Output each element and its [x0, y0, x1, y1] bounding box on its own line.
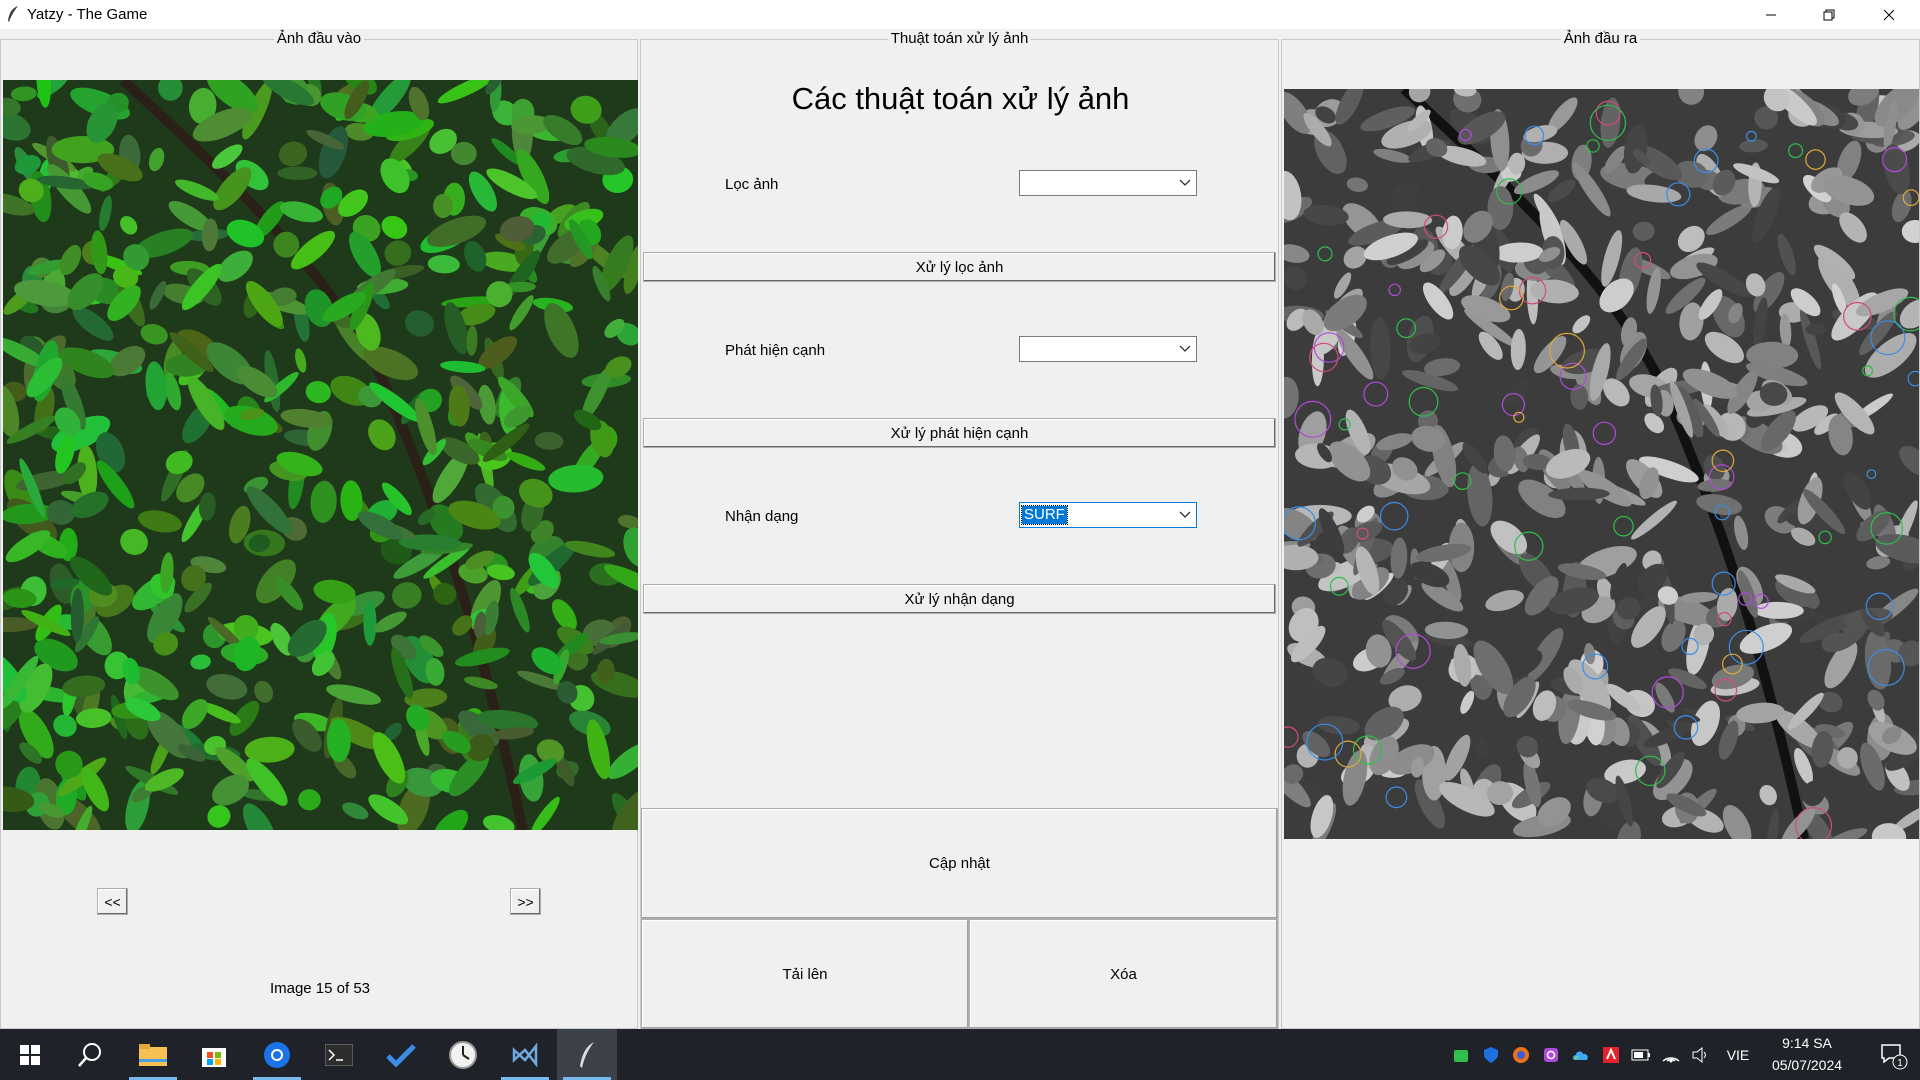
window-title: Yatzy - The Game	[27, 6, 148, 23]
output-panel-title: Ảnh đầu ra	[1560, 30, 1641, 47]
algorithm-panel: Thuật toán xử lý ảnh Các thuật toán xử l…	[640, 30, 1279, 1029]
vscode-icon[interactable]	[495, 1029, 555, 1080]
notification-center-icon[interactable]: 1	[1866, 1029, 1920, 1080]
edge-label: Phát hiện cạnh	[725, 342, 826, 359]
minimize-button[interactable]	[1742, 0, 1800, 29]
filter-label: Lọc ảnh	[725, 176, 779, 193]
restore-button[interactable]	[1800, 0, 1858, 29]
notification-count: 1	[1897, 1058, 1903, 1069]
browser-icon[interactable]	[247, 1029, 307, 1080]
feather-app-icon[interactable]	[557, 1029, 617, 1080]
recognition-label: Nhận dạng	[725, 508, 799, 525]
filter-select[interactable]	[1019, 170, 1197, 196]
output-image-panel: Ảnh đầu ra	[1281, 30, 1920, 1029]
chevron-down-icon	[1174, 337, 1196, 361]
clock-app-icon[interactable]	[433, 1029, 493, 1080]
update-button[interactable]: Cập nhật	[641, 808, 1278, 919]
browser-tray-icon[interactable]	[1510, 1029, 1532, 1080]
edge-value	[1022, 340, 1026, 358]
close-icon	[1883, 9, 1895, 20]
close-button[interactable]	[1858, 0, 1920, 29]
shield-icon[interactable]	[1480, 1029, 1502, 1080]
image-counter: Image 15 of 53	[269, 980, 371, 997]
delete-button[interactable]: Xóa	[969, 919, 1278, 1029]
chevron-down-icon	[1174, 171, 1196, 195]
recognition-process-button[interactable]: Xử lý nhận dạng	[643, 584, 1276, 614]
app-tray-icon[interactable]	[1600, 1029, 1622, 1080]
algorithm-panel-title: Thuật toán xử lý ảnh	[887, 30, 1032, 47]
minimize-icon	[1766, 14, 1776, 15]
output-image	[1284, 89, 1919, 839]
recognition-select[interactable]: SURF	[1019, 502, 1197, 528]
filter-process-button[interactable]: Xử lý lọc ảnh	[643, 252, 1276, 282]
title-bar: Yatzy - The Game	[0, 0, 1920, 29]
todo-icon[interactable]	[371, 1029, 431, 1080]
security-tray-icon[interactable]	[1450, 1029, 1472, 1080]
taskbar: VIE 9:14 SA 05/07/2024 1	[0, 1029, 1920, 1080]
microsoft-store-icon[interactable]	[184, 1029, 244, 1080]
terminal-icon[interactable]	[309, 1029, 369, 1080]
clock-time: 9:14 SA	[1782, 1035, 1832, 1051]
windows-start-icon[interactable]	[0, 1029, 60, 1080]
input-image-panel: Ảnh đầu vào << >> Image 15 of 53	[0, 30, 638, 1029]
upload-button[interactable]: Tải lên	[641, 919, 969, 1029]
chevron-down-icon	[1174, 503, 1196, 527]
camera-tray-icon[interactable]	[1540, 1029, 1562, 1080]
recognition-value: SURF	[1021, 505, 1068, 525]
input-panel-title: Ảnh đầu vào	[273, 30, 365, 47]
filter-value	[1022, 174, 1026, 192]
algorithms-heading: Các thuật toán xử lý ảnh	[791, 81, 1130, 116]
restore-icon	[1823, 9, 1835, 20]
cloud-tray-icon[interactable]	[1570, 1029, 1592, 1080]
file-explorer-icon[interactable]	[123, 1029, 183, 1080]
wifi-icon[interactable]	[1660, 1029, 1682, 1080]
feather-app-icon	[8, 6, 18, 22]
input-image	[3, 80, 638, 830]
search-icon[interactable]	[60, 1029, 120, 1080]
clock-date: 05/07/2024	[1771, 1057, 1843, 1073]
volume-icon[interactable]	[1690, 1029, 1712, 1080]
clock[interactable]: 9:14 SA 05/07/2024	[1752, 1032, 1862, 1076]
edge-process-button[interactable]: Xử lý phát hiện cạnh	[643, 418, 1276, 448]
battery-icon[interactable]	[1630, 1029, 1652, 1080]
next-image-button[interactable]: >>	[510, 888, 541, 915]
edge-detection-select[interactable]	[1019, 336, 1197, 362]
previous-image-button[interactable]: <<	[97, 888, 128, 915]
